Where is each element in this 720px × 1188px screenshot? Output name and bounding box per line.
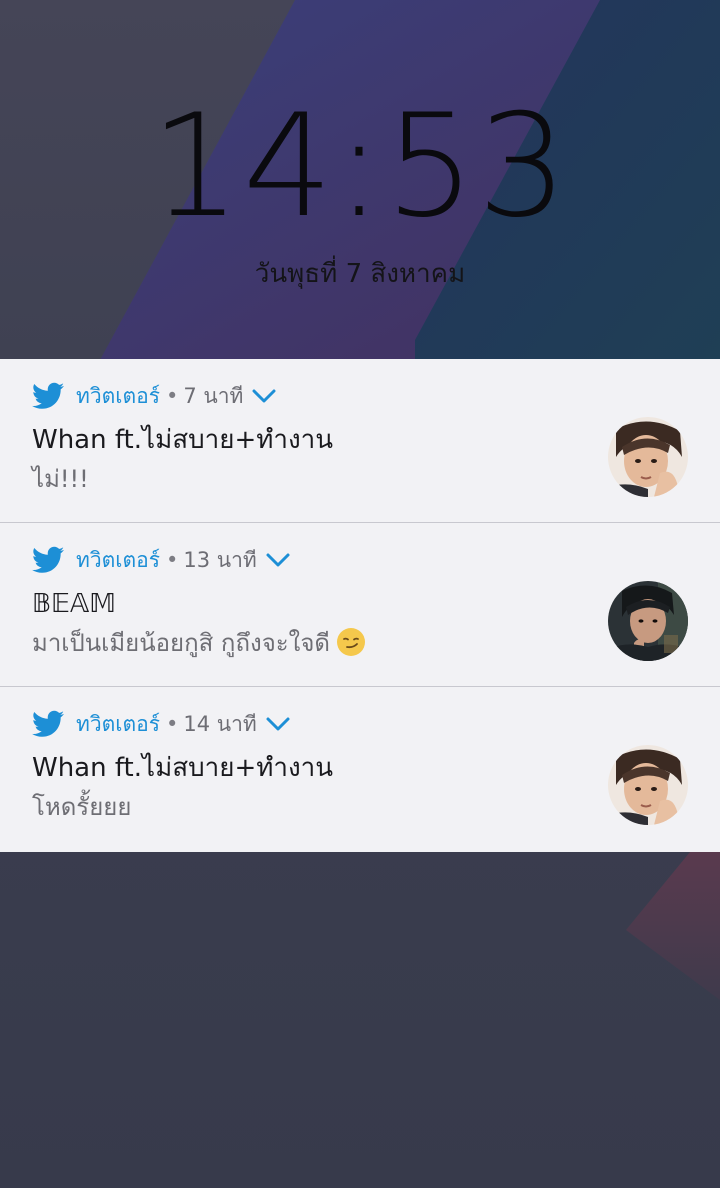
separator-dot: • <box>165 384 179 408</box>
notification-time: 13 นาที <box>183 547 257 572</box>
notification-title: Whan ft.ไม่สบาย+ทำงาน <box>32 753 334 783</box>
app-name: ทวิตเตอร์ <box>76 711 160 736</box>
notification-title: 𝔹𝔼𝔸𝕄 <box>32 589 116 619</box>
sender-avatar <box>608 581 688 661</box>
notification-header: ทวิตเตอร์ • 14 นาที <box>32 707 291 741</box>
sender-avatar <box>608 417 688 497</box>
separator-dot: • <box>165 548 179 572</box>
notification-message: ไม่!!! <box>32 465 89 493</box>
notification-card[interactable]: ทวิตเตอร์ • 13 นาที 𝔹𝔼𝔸𝕄 มาเป็นเมียน้อยก… <box>0 523 720 687</box>
notification-header: ทวิตเตอร์ • 13 นาที <box>32 543 291 577</box>
app-name: ทวิตเตอร์ <box>76 547 160 572</box>
notification-card[interactable]: ทวิตเตอร์ • 7 นาที Whan ft.ไม่สบาย+ทำงาน… <box>0 359 720 523</box>
lockscreen-clock: 14:53 <box>150 84 570 249</box>
notification-message-row: มาเป็นเมียน้อยกูสิ กูถึงจะใจดี <box>32 626 366 660</box>
notification-header: ทวิตเตอร์ • 7 นาที <box>32 379 277 413</box>
notification-message: มาเป็นเมียน้อยกูสิ กูถึงจะใจดี <box>32 629 331 657</box>
notification-time: 7 นาที <box>183 383 244 408</box>
twitter-bird-icon <box>32 710 64 737</box>
app-name: ทวิตเตอร์ <box>76 383 160 408</box>
chevron-down-icon[interactable] <box>265 551 291 569</box>
notification-title: Whan ft.ไม่สบาย+ทำงาน <box>32 425 334 455</box>
lockscreen-date: วันพุธที่ 7 สิงหาคม <box>254 259 466 289</box>
separator-dot: • <box>165 712 179 736</box>
notification-card[interactable]: ทวิตเตอร์ • 14 นาที Whan ft.ไม่สบาย+ทำงา… <box>0 687 720 852</box>
notification-list: ทวิตเตอร์ • 7 นาที Whan ft.ไม่สบาย+ทำงาน… <box>0 359 720 852</box>
smirking-face-emoji <box>337 628 366 656</box>
twitter-bird-icon <box>32 546 64 573</box>
notification-message: โหดรั้ยยย <box>32 793 132 821</box>
twitter-bird-icon <box>32 382 64 409</box>
sender-avatar <box>608 745 688 825</box>
chevron-down-icon[interactable] <box>251 387 277 405</box>
notification-time: 14 นาที <box>183 711 257 736</box>
chevron-down-icon[interactable] <box>265 715 291 733</box>
